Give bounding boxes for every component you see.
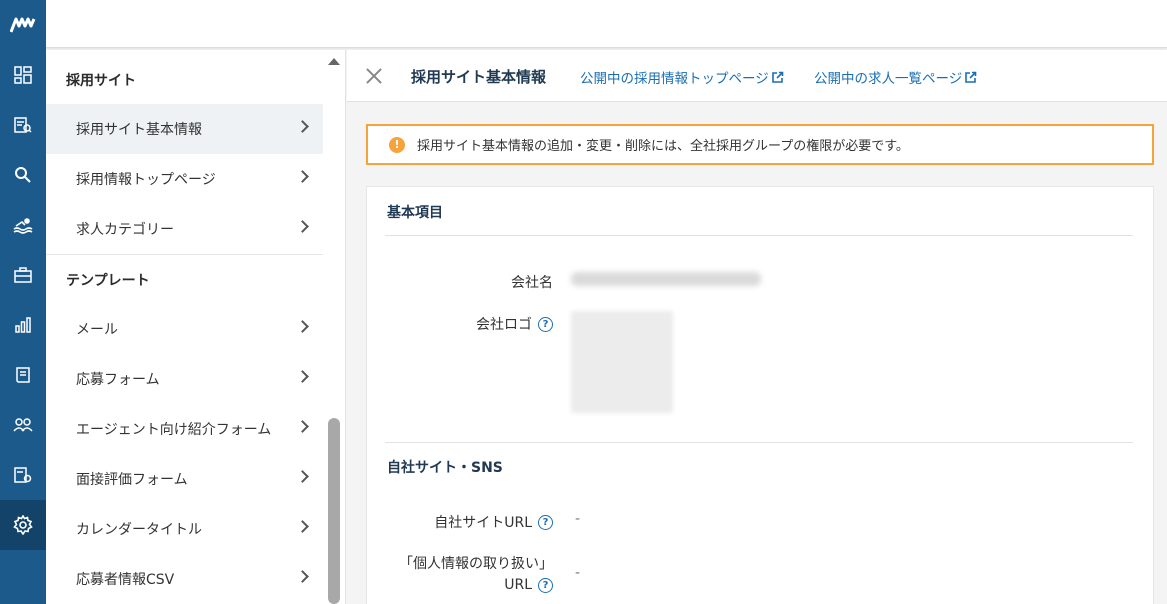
submenu-item-applicant-csv[interactable]: 応募者情報CSV (46, 554, 323, 604)
section-divider (385, 442, 1133, 443)
close-icon[interactable] (365, 67, 383, 85)
help-icon[interactable]: ? (538, 577, 553, 593)
site-url-label: 自社サイトURL ? (434, 512, 553, 532)
dashboard-icon[interactable] (0, 50, 46, 100)
swimmer-icon[interactable] (0, 200, 46, 250)
document-settings-icon[interactable] (0, 450, 46, 500)
submenu-item-label: エージェント向け紹介フォーム (76, 422, 272, 438)
submenu-item-label: カレンダータイトル (76, 522, 202, 538)
chevron-right-icon (296, 420, 309, 433)
chevron-right-icon (296, 220, 309, 233)
section-title-basic: 基本項目 (387, 205, 443, 221)
magnifier-icon[interactable] (0, 150, 46, 200)
chevron-right-icon (296, 170, 309, 183)
submenu-item-site-basic-info[interactable]: 採用サイト基本情報 (46, 104, 323, 154)
privacy-label-text: 「個人情報の取り扱い」 (399, 556, 553, 572)
section-title-recruit-site: 採用サイト (66, 73, 136, 89)
submenu-scrollbar[interactable] (323, 50, 345, 604)
public-job-list-link[interactable]: 公開中の求人一覧ページ (814, 67, 977, 87)
scroll-thumb[interactable] (328, 418, 340, 604)
privacy-url-label-line2: URL ? (504, 577, 553, 593)
privacy-url-label-line1: 「個人情報の取り扱い」 (399, 553, 553, 573)
company-name-label-text: 会社名 (511, 275, 553, 291)
company-logo-label-text: 会社ロゴ (476, 317, 532, 333)
site-info-card: 基本項目 会社名 会社ロゴ ? 自社サイト・SNS 自社サイトURL ? - 「… (366, 186, 1154, 604)
link-label: 公開中の採用情報トップページ (580, 71, 769, 87)
submenu-item-interview-evaluation-form[interactable]: 面接評価フォーム (46, 454, 323, 504)
section-divider (385, 235, 1133, 236)
public-top-page-link[interactable]: 公開中の採用情報トップページ (580, 67, 784, 87)
chevron-right-icon (296, 370, 309, 383)
content-header: 採用サイト基本情報 公開中の採用情報トップページ 公開中の求人一覧ページ (347, 50, 1167, 102)
company-logo-label: 会社ロゴ ? (476, 314, 553, 334)
warning-icon: ! (389, 136, 405, 153)
scroll-up-arrow-icon[interactable] (328, 58, 340, 65)
briefcase-icon[interactable] (0, 250, 46, 300)
section-title-sns: 自社サイト・SNS (387, 460, 503, 476)
submenu-item-top-page[interactable]: 採用情報トップページ (46, 154, 323, 204)
submenu-item-label: メール (76, 322, 118, 338)
submenu-item-application-form[interactable]: 応募フォーム (46, 354, 323, 404)
submenu-item-label: 応募者情報CSV (76, 572, 175, 588)
chevron-right-icon (296, 120, 309, 133)
site-url-label-text: 自社サイトURL (434, 515, 532, 531)
company-name-label: 会社名 (511, 272, 553, 292)
document-search-icon[interactable] (0, 100, 46, 150)
external-link-icon (771, 71, 784, 83)
section-divider (46, 254, 323, 255)
people-icon[interactable] (0, 400, 46, 450)
help-icon[interactable]: ? (538, 316, 553, 332)
submenu-item-label: 採用情報トップページ (76, 172, 216, 188)
permission-alert: ! 採用サイト基本情報の追加・変更・削除には、全社採用グループの権限が必要です。 (366, 124, 1154, 165)
privacy-url-value: - (575, 565, 581, 581)
top-header-bar (46, 0, 1167, 48)
submenu-item-label: 応募フォーム (76, 372, 160, 388)
submenu-item-label: 面接評価フォーム (76, 472, 188, 488)
gear-icon[interactable] (0, 500, 46, 550)
bar-chart-icon[interactable] (0, 300, 46, 350)
external-link-icon (965, 71, 977, 83)
chevron-right-icon (296, 570, 309, 583)
logo-icon[interactable] (0, 0, 46, 50)
chevron-right-icon (296, 470, 309, 483)
submenu-item-label: 採用サイト基本情報 (76, 122, 202, 138)
submenu-item-label: 求人カテゴリー (76, 222, 174, 238)
section-title-template: テンプレート (66, 273, 150, 289)
company-name-value-redacted (571, 272, 761, 286)
chevron-right-icon (296, 520, 309, 533)
link-label: 公開中の求人一覧ページ (814, 71, 963, 87)
page-title: 採用サイト基本情報 (411, 68, 547, 86)
help-icon[interactable]: ? (538, 514, 553, 530)
alert-text: 採用サイト基本情報の追加・変更・削除には、全社採用グループの権限が必要です。 (417, 139, 909, 154)
site-url-value: - (575, 511, 581, 527)
privacy-label-url-text: URL (504, 577, 532, 593)
left-nav-rail (0, 0, 46, 604)
chevron-right-icon (296, 320, 309, 333)
submenu-item-agent-referral-form[interactable]: エージェント向け紹介フォーム (46, 404, 323, 454)
submenu-item-mail[interactable]: メール (46, 304, 323, 354)
company-logo-image-redacted (571, 311, 673, 413)
submenu-item-job-category[interactable]: 求人カテゴリー (46, 204, 323, 254)
submenu-item-calendar-title[interactable]: カレンダータイトル (46, 504, 323, 554)
settings-submenu: 採用サイト 採用サイト基本情報 採用情報トップページ 求人カテゴリー テンプレー… (46, 50, 346, 604)
book-icon[interactable] (0, 350, 46, 400)
